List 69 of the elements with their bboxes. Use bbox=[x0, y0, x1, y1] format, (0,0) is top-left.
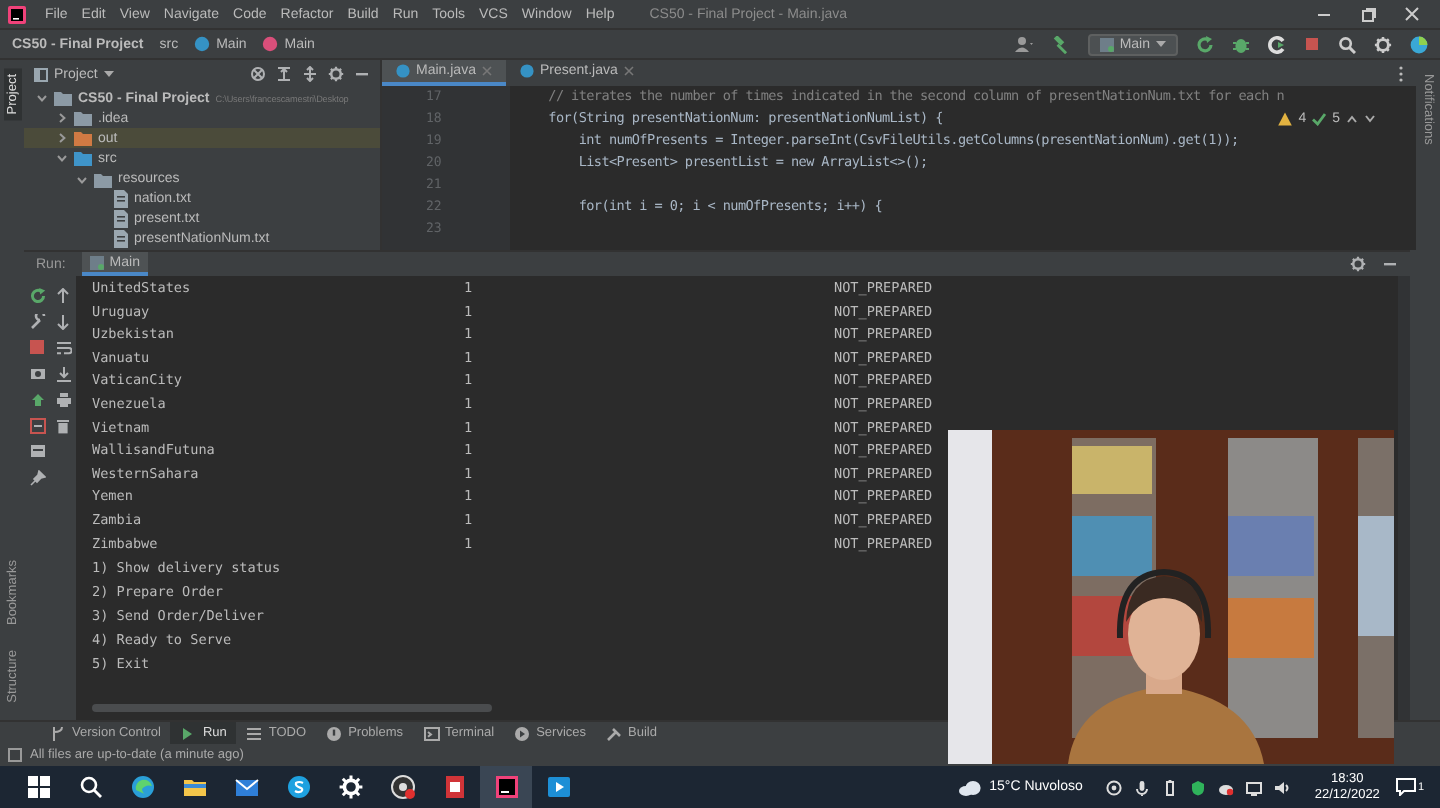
scroll-to-end-icon[interactable] bbox=[55, 365, 71, 381]
horizontal-scrollbar[interactable] bbox=[92, 704, 492, 712]
expand-all-icon[interactable] bbox=[302, 66, 318, 82]
previous-icon[interactable] bbox=[1346, 114, 1358, 124]
panel-icon bbox=[34, 67, 48, 81]
chevron-down-icon[interactable] bbox=[56, 152, 68, 165]
branch-icon bbox=[50, 725, 66, 741]
caret-icon bbox=[1156, 40, 1166, 48]
battery-icon[interactable] bbox=[1162, 779, 1179, 795]
document-icon[interactable] bbox=[441, 774, 467, 800]
chat-icon[interactable] bbox=[285, 774, 311, 800]
pin-icon[interactable] bbox=[29, 469, 45, 485]
terminal-icon bbox=[423, 725, 440, 741]
recorder-icon[interactable] bbox=[389, 774, 415, 800]
microphone-icon[interactable] bbox=[1134, 779, 1151, 795]
search-icon[interactable] bbox=[1338, 35, 1356, 53]
speech-bubble-icon bbox=[1395, 778, 1416, 796]
settings-icon[interactable] bbox=[1374, 35, 1392, 53]
cloud-icon bbox=[957, 779, 982, 795]
mail-icon[interactable] bbox=[233, 774, 259, 800]
cloud-tray-icon[interactable] bbox=[1218, 779, 1235, 795]
chevron-right-icon[interactable] bbox=[56, 112, 68, 125]
app-logo-icon bbox=[8, 5, 26, 23]
folder-icon[interactable] bbox=[181, 774, 207, 800]
exit-icon[interactable] bbox=[29, 417, 45, 433]
plugin-logo-icon[interactable] bbox=[1410, 35, 1428, 53]
more-options-icon[interactable] bbox=[1398, 65, 1404, 81]
chevron-down-icon[interactable] bbox=[36, 92, 48, 105]
layout-icon[interactable] bbox=[29, 444, 45, 458]
chevron-down-icon[interactable] bbox=[76, 173, 88, 186]
warning-icon[interactable] bbox=[1278, 112, 1293, 126]
browser-icon[interactable] bbox=[129, 774, 155, 800]
chevron-right-icon[interactable] bbox=[56, 132, 68, 145]
collapse-all-icon[interactable] bbox=[276, 66, 292, 82]
start-icon[interactable] bbox=[25, 774, 51, 800]
application-icon bbox=[1099, 37, 1114, 51]
next-icon[interactable] bbox=[1364, 114, 1376, 124]
class-icon bbox=[194, 36, 211, 52]
rerun-icon[interactable] bbox=[1196, 35, 1214, 53]
shield-icon[interactable] bbox=[1190, 779, 1207, 795]
camera-icon[interactable] bbox=[29, 366, 45, 380]
caret-icon bbox=[103, 70, 114, 78]
check-icon[interactable] bbox=[1312, 112, 1327, 126]
soft-wrap-icon[interactable] bbox=[55, 339, 71, 355]
user-icon[interactable] bbox=[1013, 36, 1034, 52]
wrench-icon[interactable] bbox=[29, 313, 45, 329]
bug-icon[interactable] bbox=[1232, 35, 1250, 53]
search-icon[interactable] bbox=[77, 774, 103, 800]
up-arrow-icon[interactable] bbox=[56, 287, 70, 303]
video-icon[interactable] bbox=[545, 774, 571, 800]
method-icon bbox=[262, 36, 279, 52]
webcam-tray-icon[interactable] bbox=[1106, 779, 1123, 795]
rerun-icon[interactable] bbox=[29, 287, 45, 303]
list-icon bbox=[246, 725, 263, 741]
locate-icon[interactable] bbox=[250, 66, 266, 82]
application-icon bbox=[89, 255, 104, 269]
restore-layout-icon[interactable] bbox=[29, 391, 45, 407]
ide-icon[interactable] bbox=[493, 774, 519, 800]
class-icon bbox=[396, 64, 410, 78]
stop-icon[interactable] bbox=[1304, 36, 1320, 52]
restore-window-icon[interactable] bbox=[1360, 6, 1376, 22]
down-arrow-icon[interactable] bbox=[56, 313, 70, 329]
print-icon[interactable] bbox=[55, 391, 71, 407]
status-icon[interactable] bbox=[8, 748, 22, 762]
class-icon bbox=[519, 64, 534, 78]
trash-icon[interactable] bbox=[56, 417, 70, 433]
close-icon[interactable] bbox=[1404, 6, 1420, 22]
coverage-icon[interactable] bbox=[1268, 35, 1286, 53]
speaker-icon[interactable] bbox=[1274, 779, 1291, 795]
